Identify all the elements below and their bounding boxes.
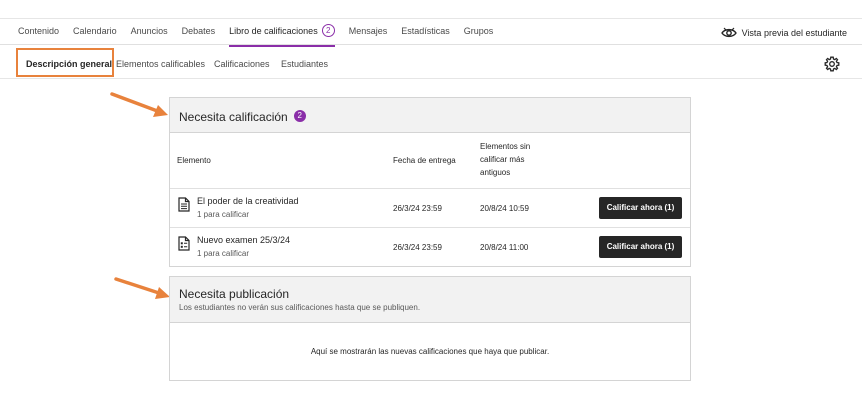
item-name-link[interactable]: El poder de la creatividad: [197, 196, 299, 206]
column-header-item: Elemento: [177, 156, 211, 165]
subtab-elementos-calificables[interactable]: Elementos calificables: [116, 46, 205, 79]
needs-posting-header: Necesita publicación Los estudiantes no …: [170, 277, 690, 323]
column-header-oldest-line-1: Elementos sin: [480, 142, 531, 151]
grade-now-button[interactable]: Calificar ahora (1): [599, 197, 682, 219]
student-preview-icon: [720, 27, 737, 37]
course-tabs: Contenido Calendario Anuncios Debates Li…: [18, 19, 507, 47]
tab-calendario[interactable]: Calendario: [73, 19, 117, 46]
table-row: Nuevo examen 25/3/24 1 para calificar 26…: [170, 227, 690, 266]
tab-estadisticas[interactable]: Estadísticas: [401, 19, 450, 46]
tab-contenido[interactable]: Contenido: [18, 19, 59, 46]
item-due-date: 26/3/24 23:59: [393, 243, 442, 252]
student-preview-button[interactable]: Vista previa del estudiante: [720, 19, 847, 46]
gear-icon[interactable]: [824, 56, 840, 72]
student-preview-label: Vista previa del estudiante: [741, 27, 847, 38]
test-icon: [178, 236, 190, 251]
item-oldest-ungraded: 20/8/24 10:59: [480, 204, 529, 213]
tab-grupos[interactable]: Grupos: [464, 19, 494, 46]
column-header-oldest-line-2: calificar más: [480, 155, 525, 164]
orange-arrow-2: [114, 277, 170, 299]
tab-anuncios[interactable]: Anuncios: [131, 19, 168, 46]
document-icon: [178, 197, 190, 212]
item-name-link[interactable]: Nuevo examen 25/3/24: [197, 235, 290, 245]
table-row: El poder de la creatividad 1 para califi…: [170, 188, 690, 227]
tab-mensajes[interactable]: Mensajes: [349, 19, 388, 46]
subtab-estudiantes[interactable]: Estudiantes: [281, 46, 328, 79]
gradebook-sub-nav: Descripción general Elementos calificabl…: [0, 46, 862, 79]
needs-posting-title: Necesita publicación: [179, 287, 290, 301]
tab-debates[interactable]: Debates: [182, 19, 216, 46]
tab-libro-de-calificaciones[interactable]: Libro de calificaciones 2: [229, 19, 335, 47]
needs-grading-title: Necesita calificación: [179, 110, 288, 124]
item-due-date: 26/3/24 23:59: [393, 204, 442, 213]
needs-grading-count-badge: 2: [293, 109, 306, 122]
column-header-oldest-line-3: antiguos: [480, 168, 511, 177]
item-oldest-ungraded: 20/8/24 11:00: [480, 243, 529, 252]
empty-state-message: Aquí se mostrarán las nuevas calificacio…: [310, 347, 550, 356]
needs-grading-panel: Necesita calificación 2 Elemento Fecha de…: [169, 97, 691, 267]
course-top-nav: Contenido Calendario Anuncios Debates Li…: [0, 18, 862, 47]
subtab-calificaciones[interactable]: Calificaciones: [214, 46, 270, 79]
needs-grading-header: Necesita calificación 2: [170, 98, 690, 133]
column-header-oldest-ungraded: Elementos sin calificar más antiguos: [480, 140, 530, 179]
grade-now-button[interactable]: Calificar ahora (1): [599, 236, 682, 258]
subtab-descripcion-general[interactable]: Descripción general: [26, 46, 112, 79]
column-header-due-date: Fecha de entrega: [393, 156, 456, 165]
item-to-grade-count: 1 para calificar: [197, 210, 250, 219]
orange-arrow-1: [110, 92, 168, 117]
needs-posting-panel: Necesita publicación Los estudiantes no …: [169, 276, 691, 381]
item-to-grade-count: 1 para calificar: [197, 249, 250, 258]
needs-posting-subtitle: Los estudiantes no verán sus calificacio…: [179, 303, 421, 312]
tab-gradebook-label: Libro de calificaciones: [229, 26, 318, 36]
gradebook-count-badge: 2: [321, 24, 335, 38]
